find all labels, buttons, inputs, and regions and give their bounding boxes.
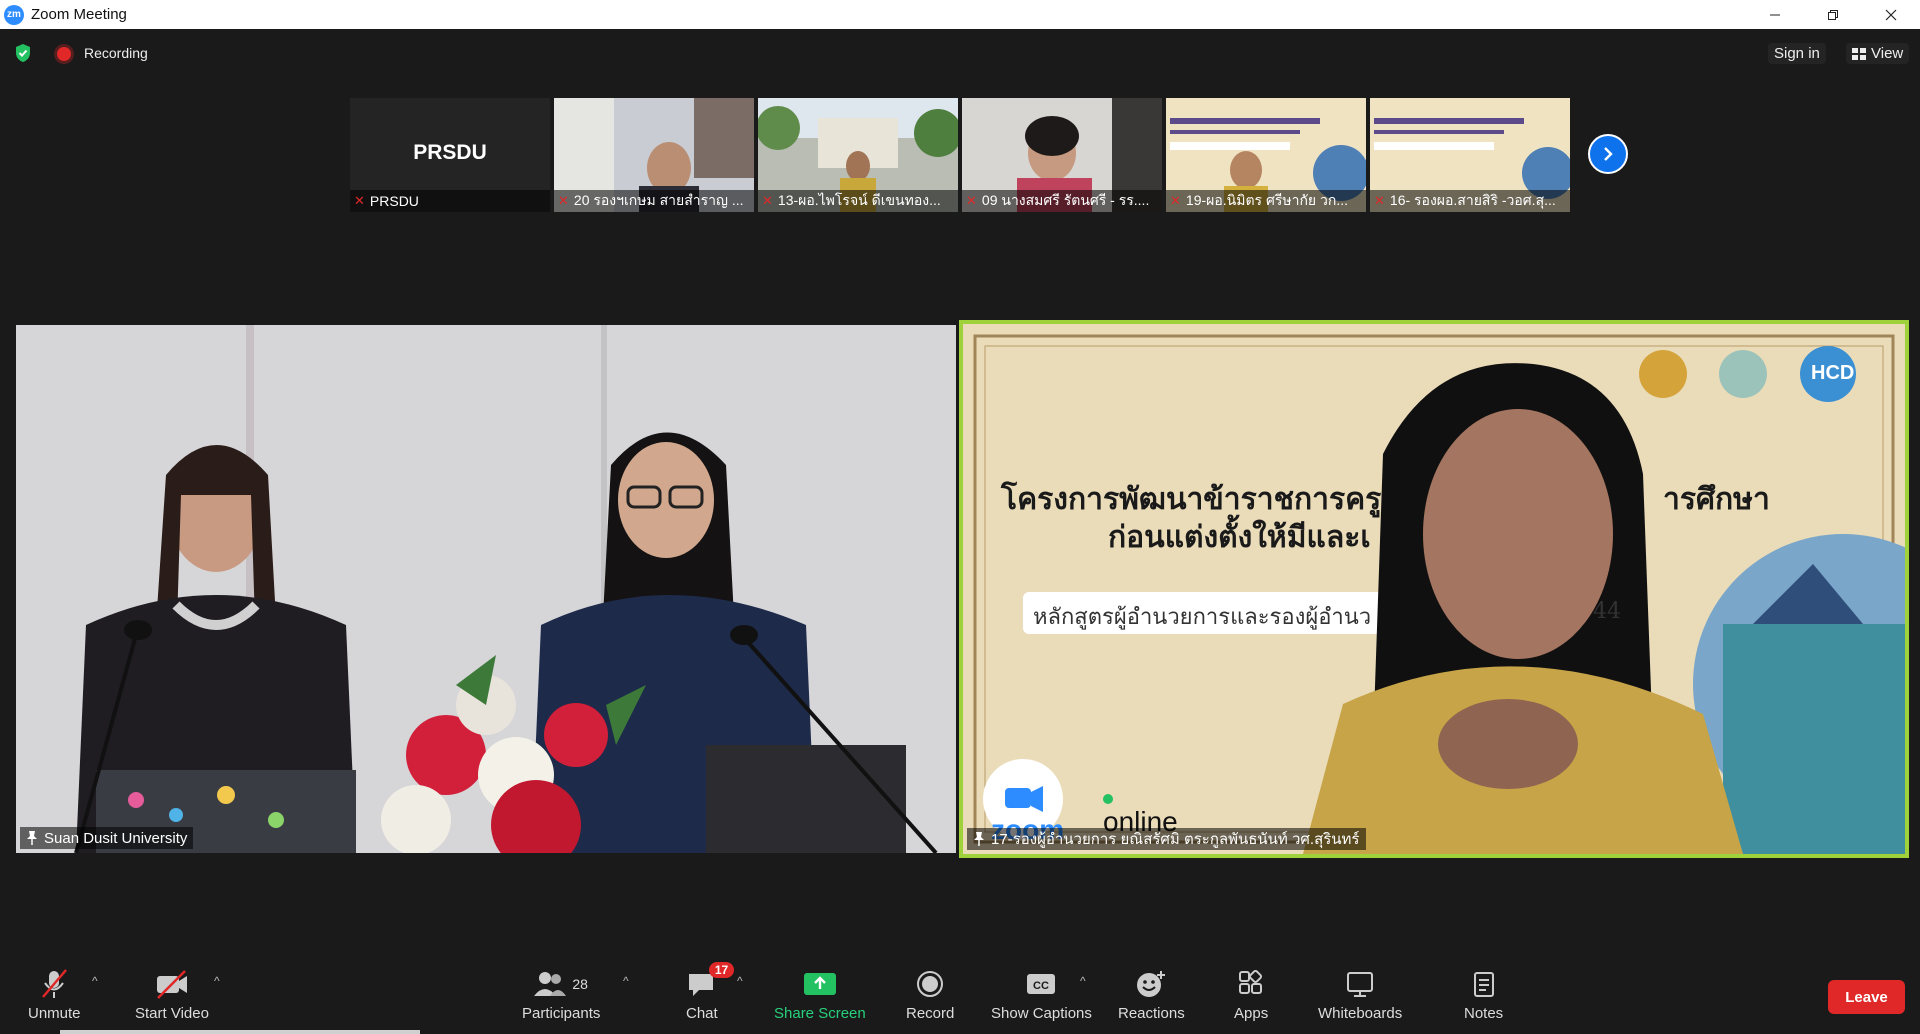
next-page-button[interactable] <box>1588 134 1628 174</box>
closed-captions-icon: CC <box>1027 974 1056 994</box>
view-label: View <box>1871 45 1904 62</box>
participant-name: 17-รองผู้อำนวยการ ยณิสรัศมิ ตระกูลพันธนั… <box>991 831 1360 848</box>
whiteboard-icon <box>1347 972 1374 997</box>
restore-icon <box>1828 9 1838 20</box>
record-button[interactable]: Record <box>906 968 954 1022</box>
participant-tile[interactable]: ✕ 13-ผอ.ไพโรจน์ ดีเขนทอง... <box>758 98 958 212</box>
svg-text:CC: CC <box>1034 980 1050 992</box>
encryption-shield-icon[interactable] <box>14 43 32 63</box>
audio-options-caret-icon[interactable]: ^ <box>92 974 98 988</box>
chat-label: Chat <box>686 1005 718 1022</box>
slide-hcd-logo: HCD <box>1811 362 1855 384</box>
record-icon <box>917 971 944 997</box>
muted-mic-icon: ✕ <box>966 193 977 208</box>
main-video-right-active-speaker[interactable]: โครงการพัฒนาข้าราชการครู ารศึกษา ก่อนแต่… <box>959 320 1909 858</box>
participants-label: Participants <box>522 1005 601 1022</box>
muted-mic-icon: ✕ <box>558 193 569 208</box>
minimize-icon <box>1770 14 1780 15</box>
start-video-button[interactable]: Start Video <box>135 968 209 1022</box>
participant-name-placeholder: PRSDU <box>413 141 487 164</box>
whiteboards-button[interactable]: Whiteboards <box>1318 968 1402 1022</box>
online-status-dot <box>1103 794 1113 804</box>
notes-icon <box>1473 972 1494 997</box>
meeting-info-bar: Recording Sign in View <box>0 29 1920 79</box>
smiley-plus-icon <box>1137 971 1166 997</box>
meeting-toolbar: Unmute ^ Start Video ^ 28 Participants ^… <box>0 958 1920 1034</box>
muted-mic-icon: ✕ <box>354 193 365 208</box>
grid-view-icon <box>1852 47 1866 60</box>
chat-options-caret-icon[interactable]: ^ <box>737 974 743 988</box>
taskbar-indicator <box>60 1030 420 1034</box>
show-captions-label: Show Captions <box>991 1005 1092 1022</box>
share-screen-button[interactable]: Share Screen <box>774 968 866 1022</box>
participant-tile[interactable]: ✕ 19-ผอ.นิมิตร ศรีษากัย วก... <box>1166 98 1366 212</box>
reactions-button[interactable]: Reactions <box>1118 968 1185 1022</box>
title-bar: zm Zoom Meeting <box>0 0 1920 29</box>
pin-icon <box>27 831 37 845</box>
video-feed-left <box>16 325 956 853</box>
captions-options-caret-icon[interactable]: ^ <box>1080 974 1086 988</box>
participant-name: PRSDU <box>369 193 419 209</box>
muted-mic-icon: ✕ <box>762 193 773 208</box>
participant-name: 19-ผอ.นิมิตร ศรีษากัย วก... <box>1185 192 1349 208</box>
slide-title-tail: ารศึกษา <box>1663 482 1770 517</box>
minimize-button[interactable] <box>1746 0 1804 29</box>
sign-in-button[interactable]: Sign in <box>1768 43 1826 64</box>
participants-options-caret-icon[interactable]: ^ <box>623 974 629 988</box>
close-button[interactable] <box>1862 0 1920 29</box>
video-feed-right <box>963 324 1905 854</box>
share-screen-icon <box>803 973 836 995</box>
apps-label: Apps <box>1234 1005 1269 1022</box>
participant-name: 13-ผอ.ไพโรจน์ ดีเขนทอง... <box>777 192 941 208</box>
participant-name: 09 นางสมศรี รัตนศรี - รร.... <box>981 192 1150 208</box>
participant-strip: PRSDU ✕ PRSDU ✕ 20 รองฯเกษม สายสำราญ ... ✕… <box>350 98 1570 212</box>
record-label: Record <box>906 1005 955 1022</box>
participant-tile[interactable]: ✕ 09 นางสมศรี รัตนศรี - รร.... <box>962 98 1162 212</box>
muted-mic-icon: ✕ <box>1374 193 1385 208</box>
apps-button[interactable]: Apps <box>1234 968 1268 1022</box>
participant-name: Suan Dusit University <box>44 829 188 847</box>
share-screen-label: Share Screen <box>774 1005 866 1022</box>
unmute-label: Unmute <box>28 1005 81 1022</box>
participant-tile[interactable]: PRSDU ✕ PRSDU <box>350 98 550 212</box>
participant-tile[interactable]: ✕ 20 รองฯเกษม สายสำราญ ... <box>554 98 754 212</box>
view-button[interactable]: View <box>1846 43 1910 64</box>
muted-mic-icon: ✕ <box>1170 193 1181 208</box>
show-captions-button[interactable]: CC Show Captions <box>991 968 1092 1022</box>
notes-label: Notes <box>1464 1005 1504 1022</box>
leave-button[interactable]: Leave <box>1828 980 1905 1014</box>
video-options-caret-icon[interactable]: ^ <box>214 974 220 988</box>
restore-button[interactable] <box>1804 0 1862 29</box>
slide-subtitle: หลักสูตรผู้อำนวยการและรองผู้อำนว <box>1033 605 1372 630</box>
recording-label[interactable]: Recording <box>84 45 148 61</box>
recording-indicator-icon <box>57 47 71 61</box>
pin-icon <box>974 832 984 846</box>
muted-microphone-icon <box>42 969 68 998</box>
window-title: Zoom Meeting <box>31 6 127 23</box>
participant-name: 20 รองฯเกษม สายสำราญ ... <box>573 192 744 208</box>
chevron-right-icon <box>1604 147 1613 161</box>
participant-tile[interactable]: ✕ 16- รองผอ.สายสิริ -วอศ.สุ... <box>1370 98 1570 212</box>
notes-button[interactable]: Notes <box>1464 968 1503 1022</box>
participants-count: 28 <box>572 976 588 992</box>
slide-subtitle-number: 44 <box>1593 599 1621 624</box>
close-icon <box>1885 9 1897 20</box>
video-off-icon <box>156 970 187 999</box>
unmute-button[interactable]: Unmute <box>28 968 81 1022</box>
slide-title-line2: ก่อนแต่งตั้งให้มีและเ <box>1108 520 1371 555</box>
chat-unread-badge: 17 <box>708 962 735 978</box>
participants-icon <box>534 972 567 996</box>
start-video-label: Start Video <box>135 1005 209 1022</box>
apps-icon <box>1239 970 1263 994</box>
whiteboards-label: Whiteboards <box>1318 1005 1403 1022</box>
participants-button[interactable]: 28 Participants <box>522 968 600 1022</box>
participant-name: 16- รองผอ.สายสิริ -วอศ.สุ... <box>1389 192 1556 208</box>
main-video-left[interactable]: Suan Dusit University <box>16 325 956 853</box>
chat-button[interactable]: 17 Chat <box>686 962 735 1022</box>
zoom-app-icon: zm <box>4 4 24 25</box>
reactions-label: Reactions <box>1118 1005 1185 1022</box>
